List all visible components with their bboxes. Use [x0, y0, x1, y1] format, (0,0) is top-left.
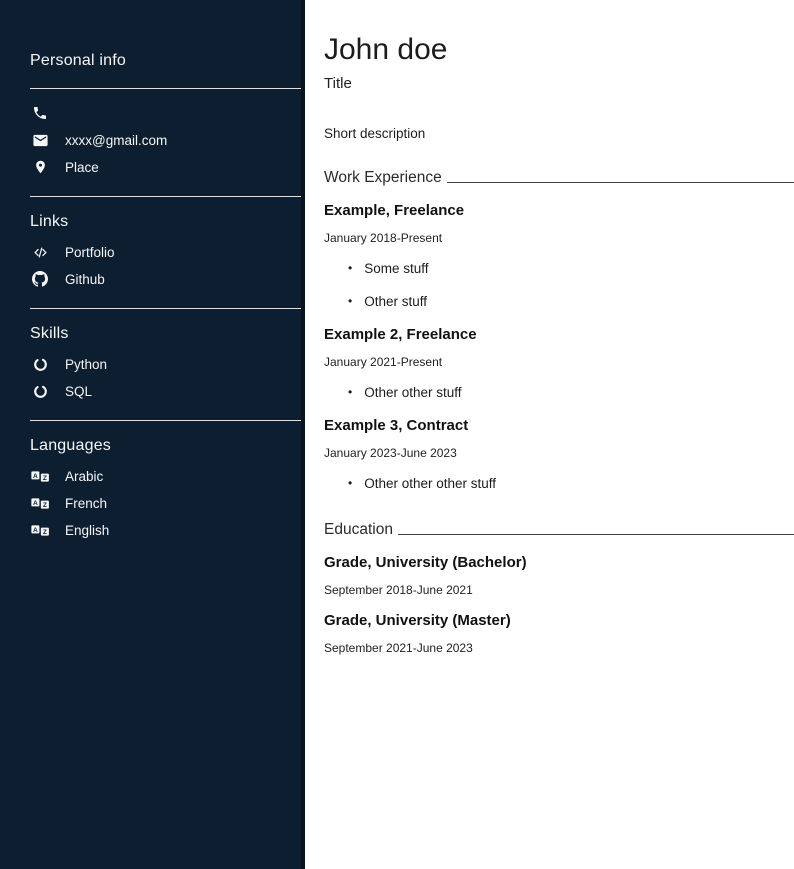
resume-page: Personal info xxxx@gmail.com Place Links Por… [0, 0, 794, 869]
sidebar-divider [30, 308, 301, 309]
sidebar-item-label: Place [65, 160, 99, 175]
sidebar-item-label: Portfolio [65, 245, 115, 260]
bullet-item: Other other stuff [348, 384, 794, 402]
bullet-item: Other stuff [348, 293, 794, 311]
main-content: John doe Title Short description Work Ex… [305, 0, 794, 869]
person-name: John doe [324, 33, 794, 66]
entry-grade-university-bachelor: Grade, University (Bachelor) September 20… [324, 554, 794, 597]
sidebar-item-list: AZArabicAZFrenchAZEnglish [30, 467, 301, 539]
sidebar-section-languages: LanguagesAZArabicAZFrenchAZEnglish [30, 420, 301, 539]
sidebar-item-phone [30, 104, 301, 122]
section-header: Education [324, 521, 794, 539]
entry-date: January 2021-Present [324, 355, 794, 369]
sidebar-item-label: English [65, 523, 109, 538]
section-heading: Education [324, 521, 393, 539]
section-work-experience: Work Experience Example, Freelance January… [324, 169, 794, 493]
svg-text:A: A [33, 499, 38, 506]
sidebar-divider [30, 196, 301, 197]
sidebar-item-list: Python SQL [30, 355, 301, 400]
sidebar-item-place: Place [30, 158, 301, 176]
sidebar-section-personal-info: Personal info xxxx@gmail.com Place [30, 52, 301, 176]
section-header: Work Experience [324, 169, 794, 187]
svg-text:Z: Z [42, 475, 46, 482]
heading-rule [447, 182, 794, 183]
sidebar-divider [30, 88, 301, 89]
entry-date: January 2018-Present [324, 231, 794, 245]
sidebar-item-label: Github [65, 272, 105, 287]
entry-title: Grade, University (Bachelor) [324, 554, 794, 571]
sidebar-item-xxxx-gmail-com: xxxx@gmail.com [30, 131, 301, 149]
entry-example-2-freelance: Example 2, Freelance January 2021-Present… [324, 326, 794, 402]
sidebar-section-title: Languages [30, 437, 301, 455]
entry-title: Example, Freelance [324, 202, 794, 219]
envelope-icon [30, 131, 50, 149]
section-heading: Work Experience [324, 169, 442, 187]
circle-notch-icon [30, 355, 50, 373]
section-education: Education Grade, University (Bachelor) Sep… [324, 521, 794, 655]
sidebar-section-title: Links [30, 213, 301, 231]
sidebar-section-title: Personal info [30, 52, 301, 70]
sidebar-divider [30, 420, 301, 421]
sidebar-item-french: AZ French [30, 494, 301, 512]
entry-title: Example 3, Contract [324, 417, 794, 434]
bullet-list: Other other other stuff [324, 475, 794, 493]
entry-date: January 2023-June 2023 [324, 446, 794, 460]
sidebar-item-label: Arabic [65, 469, 103, 484]
bullet-item: Some stuff [348, 260, 794, 278]
short-description: Short description [324, 126, 794, 141]
language-icon: AZ [30, 521, 50, 539]
sidebar-item-list: xxxx@gmail.com Place [30, 104, 301, 176]
entry-date: September 2021-June 2023 [324, 641, 794, 655]
bullet-list: Some stuff Other stuff [324, 260, 794, 311]
language-icon: AZ [30, 494, 50, 512]
svg-text:Z: Z [42, 502, 46, 509]
sidebar-item-label: xxxx@gmail.com [65, 133, 167, 148]
bullet-item: Other other other stuff [348, 475, 794, 493]
entry-title: Example 2, Freelance [324, 326, 794, 343]
sidebar-item-list: Portfolio Github [30, 243, 301, 288]
sidebar-item-label: SQL [65, 384, 92, 399]
location-icon [30, 158, 50, 176]
entry-example-3-contract: Example 3, Contract January 2023-June 202… [324, 417, 794, 493]
sidebar-item-label: Python [65, 357, 107, 372]
sidebar-item-portfolio[interactable]: Portfolio [30, 243, 301, 261]
sidebar-section-skills: Skills Python SQL [30, 308, 301, 400]
sidebar-item-english: AZ English [30, 521, 301, 539]
sidebar-item-arabic: AZ Arabic [30, 467, 301, 485]
sidebar-item-sql: SQL [30, 382, 301, 400]
sidebar: Personal info xxxx@gmail.com Place Links Por… [0, 0, 305, 869]
sidebar-section-title: Skills [30, 325, 301, 343]
svg-text:Z: Z [42, 529, 46, 536]
github-icon [30, 270, 50, 288]
sidebar-item-python: Python [30, 355, 301, 373]
main-sections: Work Experience Example, Freelance January… [324, 169, 794, 655]
entry-grade-university-master: Grade, University (Master) September 2021… [324, 612, 794, 655]
entry-date: September 2018-June 2021 [324, 583, 794, 597]
job-title: Title [324, 75, 794, 92]
phone-icon [30, 104, 50, 122]
svg-text:A: A [33, 472, 38, 479]
code-icon [30, 243, 50, 261]
heading-rule [398, 534, 794, 535]
bullet-list: Other other stuff [324, 384, 794, 402]
sidebar-section-links: Links Portfolio Github [30, 196, 301, 288]
entry-title: Grade, University (Master) [324, 612, 794, 629]
entry-example-freelance: Example, Freelance January 2018-Present So… [324, 202, 794, 311]
sidebar-item-github[interactable]: Github [30, 270, 301, 288]
svg-text:A: A [33, 526, 38, 533]
sidebar-item-label: French [65, 496, 107, 511]
language-icon: AZ [30, 467, 50, 485]
circle-notch-icon [30, 382, 50, 400]
